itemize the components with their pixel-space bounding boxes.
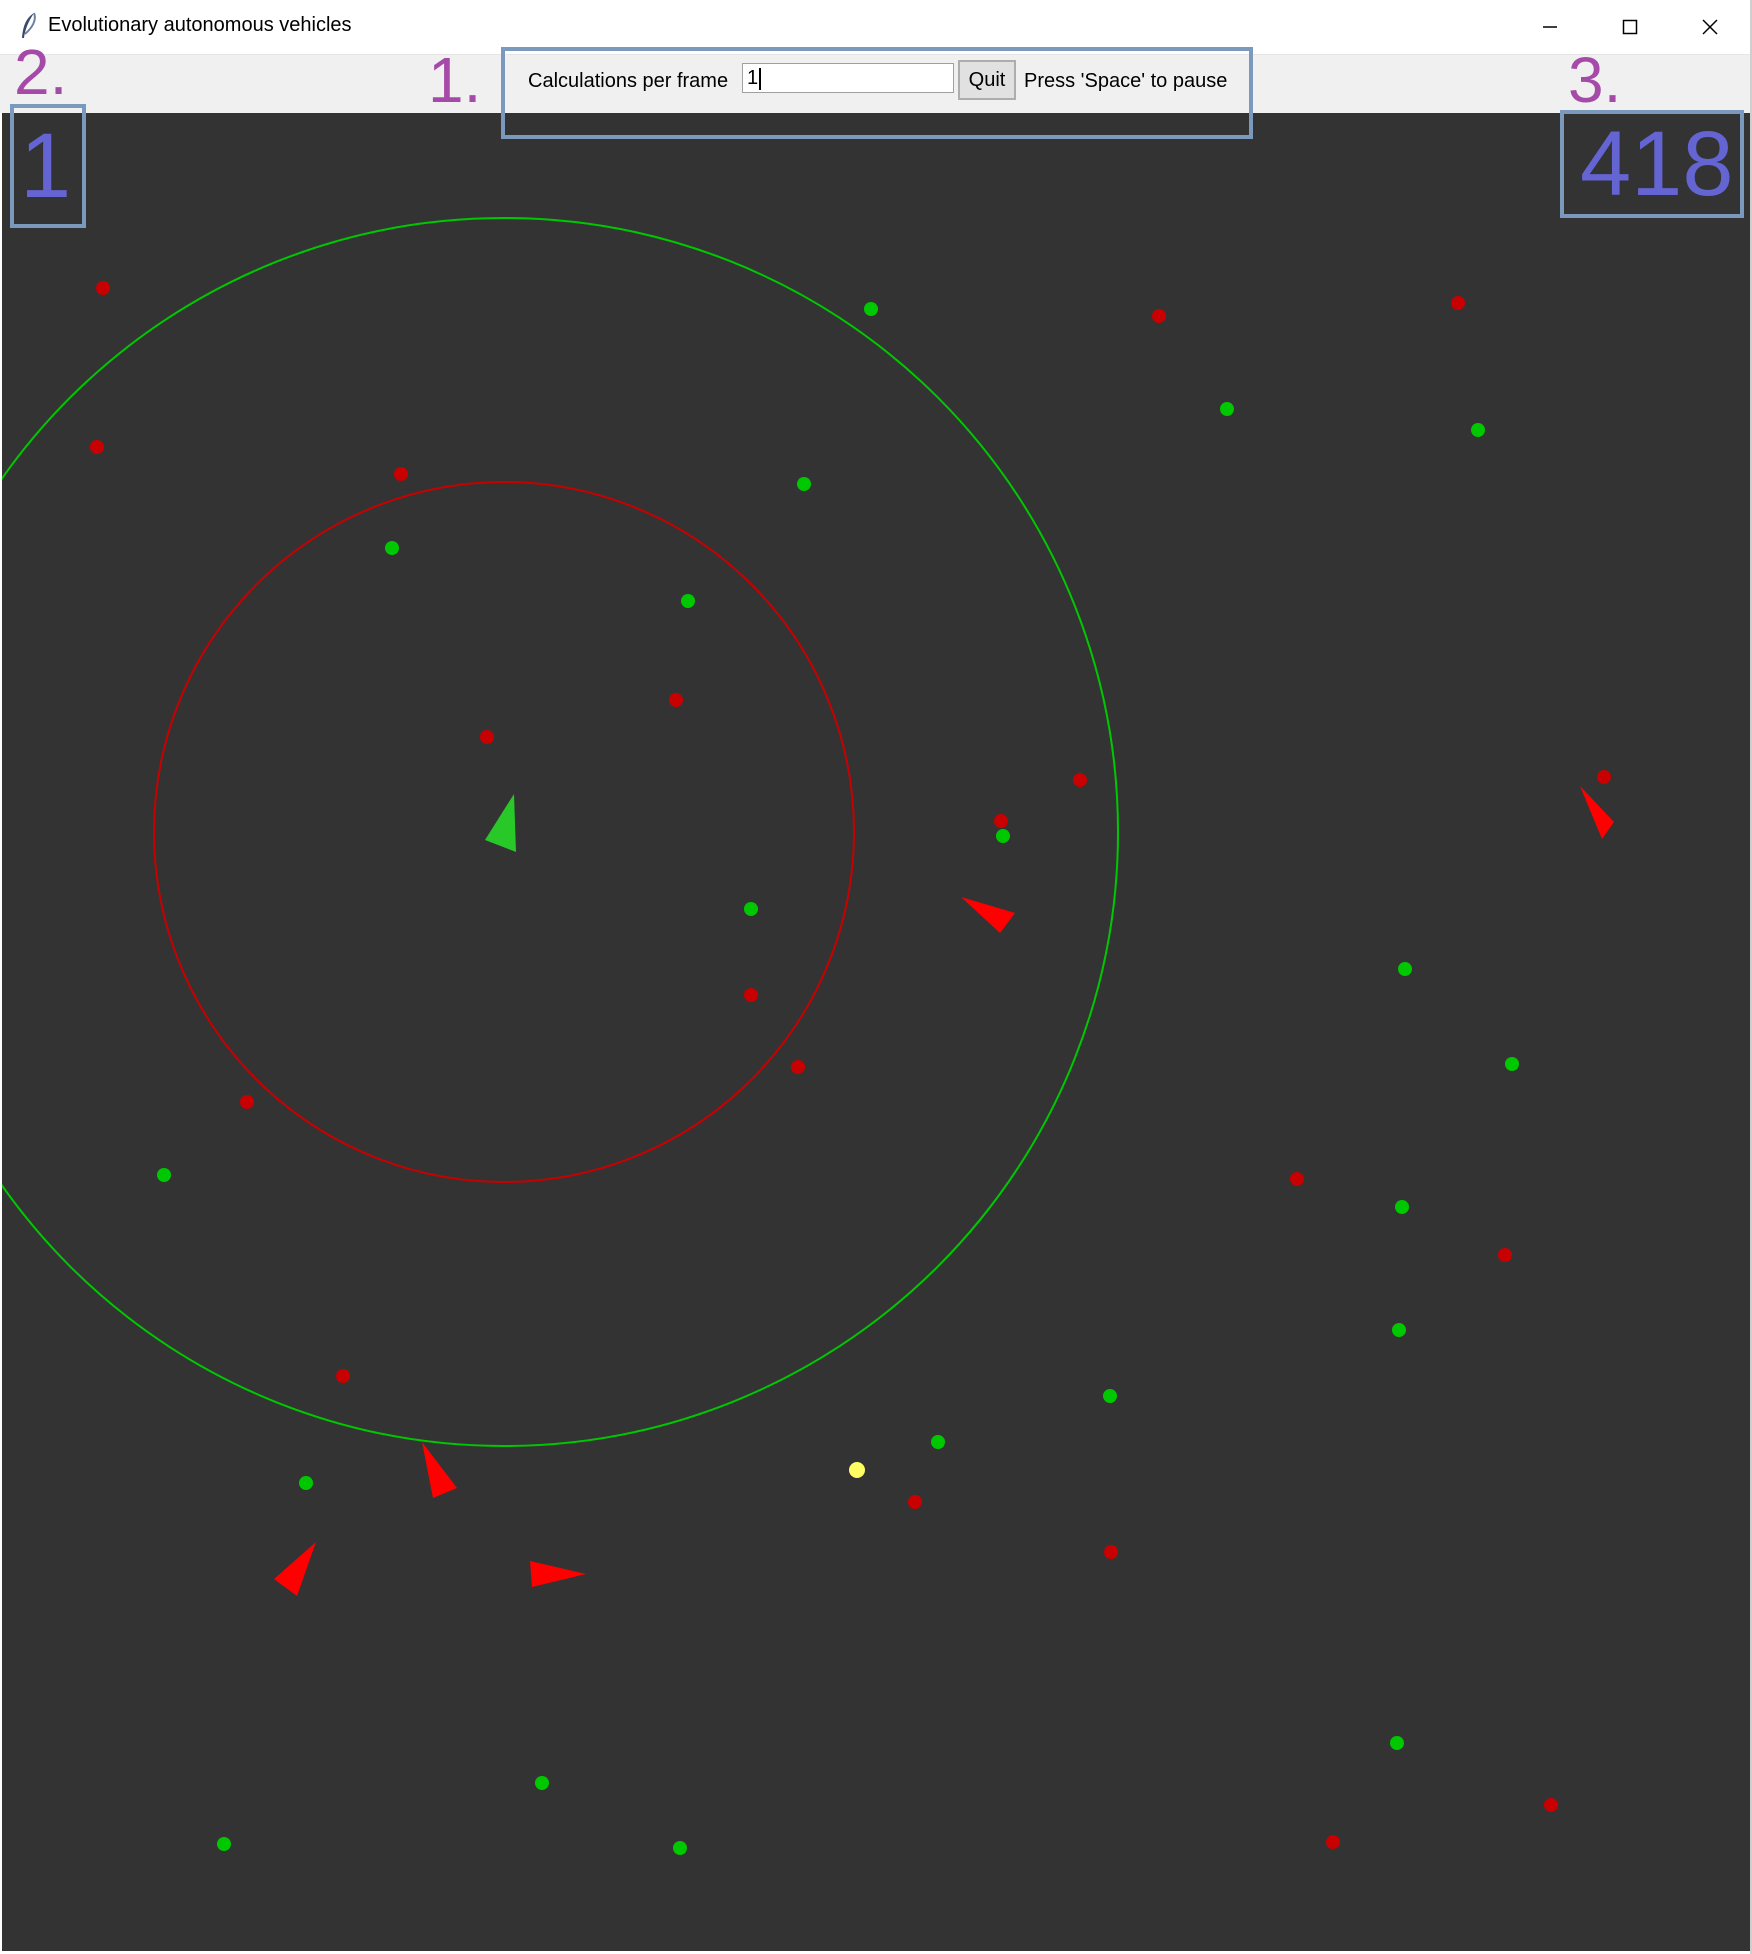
vehicle-red xyxy=(422,1442,457,1498)
poison-item xyxy=(1326,1835,1340,1849)
poison-item xyxy=(480,730,494,744)
frame-counter: 418 xyxy=(1580,113,1734,215)
food-items xyxy=(157,302,1519,1855)
poison-item xyxy=(791,1060,805,1074)
poison-item xyxy=(744,988,758,1002)
vehicle-red xyxy=(530,1561,586,1587)
food-item xyxy=(1103,1389,1117,1403)
poison-item xyxy=(90,440,104,454)
food-item xyxy=(535,1776,549,1790)
poison-item xyxy=(1544,1798,1558,1812)
food-item xyxy=(157,1168,171,1182)
food-item xyxy=(996,829,1010,843)
poison-items xyxy=(90,281,1611,1849)
food-item xyxy=(1505,1057,1519,1071)
generation-marker: 2. xyxy=(14,36,68,108)
food-item xyxy=(797,477,811,491)
generation-counter: 1 xyxy=(20,115,72,217)
poison-item xyxy=(336,1369,350,1383)
food-item xyxy=(1390,1736,1404,1750)
food-perception-circle xyxy=(2,217,1119,1447)
minimize-icon xyxy=(1543,26,1557,28)
close-button[interactable] xyxy=(1670,0,1750,54)
food-item xyxy=(1220,402,1234,416)
poison-item xyxy=(240,1095,254,1109)
poison-item xyxy=(994,814,1008,828)
poison-item xyxy=(96,281,110,295)
simulation-canvas[interactable] xyxy=(2,113,1750,1951)
toolbar-marker: 1. xyxy=(428,44,482,116)
food-item xyxy=(217,1837,231,1851)
poison-item xyxy=(1152,309,1166,323)
poison-item xyxy=(394,467,408,481)
poison-item xyxy=(1498,1248,1512,1262)
poison-item xyxy=(1104,1545,1118,1559)
food-item xyxy=(299,1476,313,1490)
vehicle-red xyxy=(1580,786,1614,839)
food-item xyxy=(1471,423,1485,437)
food-item xyxy=(1392,1323,1406,1337)
food-item xyxy=(673,1841,687,1855)
food-item xyxy=(385,541,399,555)
food-item xyxy=(1398,962,1412,976)
window-title: Evolutionary autonomous vehicles xyxy=(48,14,352,36)
food-item xyxy=(864,302,878,316)
close-icon xyxy=(1702,19,1718,35)
maximize-icon xyxy=(1622,19,1638,35)
yellow-item xyxy=(849,1462,865,1478)
simulation-drawing xyxy=(2,217,1614,1855)
vehicle-red xyxy=(274,1542,316,1596)
food-item xyxy=(744,902,758,916)
food-item xyxy=(1395,1200,1409,1214)
poison-item xyxy=(908,1495,922,1509)
poison-item xyxy=(669,693,683,707)
poison-item xyxy=(1597,770,1611,784)
toolbar-annotation-box xyxy=(501,47,1253,139)
vehicle-red xyxy=(961,897,1015,933)
vehicle-green xyxy=(485,794,516,852)
poison-item xyxy=(1290,1172,1304,1186)
food-item xyxy=(931,1435,945,1449)
poison-item xyxy=(1451,296,1465,310)
food-item xyxy=(681,594,695,608)
count-marker: 3. xyxy=(1568,44,1622,116)
poison-item xyxy=(1073,773,1087,787)
